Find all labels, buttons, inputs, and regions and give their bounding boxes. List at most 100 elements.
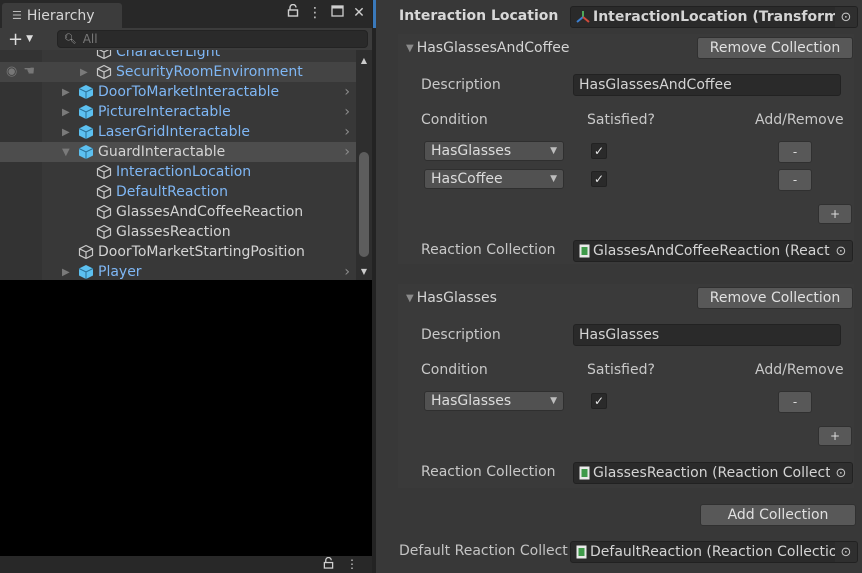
satisfied-header: Satisfied? [587,362,655,378]
scrollbar-thumb[interactable] [359,152,369,257]
search-icon: 🔍︎ [64,33,77,45]
collection-foldout[interactable]: ▼ HasGlassesAndCoffee [406,40,569,56]
remove-collection-button[interactable]: Remove Collection [697,287,853,309]
collapse-arrow-icon[interactable]: ▶ [62,267,74,278]
search-input[interactable]: 🔍︎ All [57,30,368,48]
add-condition-button[interactable]: + [818,426,852,446]
add-condition-button[interactable]: + [818,204,852,224]
search-placeholder: All [82,32,98,46]
condition-value: HasGlasses [431,143,512,159]
reaction-collection-field[interactable]: GlassesReaction (Reaction Collection) ⊙ [573,462,853,484]
reaction-collection-field[interactable]: GlassesAndCoffeeReaction (Reaction Colle… [573,240,853,262]
hierarchy-row[interactable]: DoorToMarketStartingPosition [0,242,356,262]
hierarchy-row-label: DefaultReaction [116,184,228,200]
inspector-panel: Interaction Location InteractionLocation… [376,0,862,573]
condition-dropdown[interactable]: HasCoffee ▼ [424,169,564,189]
hierarchy-row[interactable]: ▶ DoorToMarketInteractable › [0,82,356,102]
hierarchy-row-label: CharacterLight [116,50,221,60]
hierarchy-row[interactable]: ▶ Player › [0,262,356,280]
close-icon[interactable]: ✕ [352,5,366,21]
object-picker-icon[interactable]: ⊙ [830,463,852,483]
description-input[interactable]: HasGlassesAndCoffee [573,74,841,96]
hierarchy-row-label: Player [98,264,142,280]
object-picker-icon[interactable]: ⊙ [830,241,852,261]
more-options-icon[interactable]: ⋮ [346,557,358,572]
condition-dropdown[interactable]: HasGlasses ▼ [424,391,564,411]
satisfied-checkbox[interactable]: ✓ [591,393,607,409]
collection-title: HasGlasses [416,290,497,306]
expand-arrow-icon[interactable]: ▼ [62,147,74,158]
gameobject-cube-icon [78,244,94,260]
default-reaction-label: Default Reaction Collection [399,543,569,559]
hierarchy-row[interactable]: ▶ LaserGridInteractable › [0,122,356,142]
prefab-cube-icon [78,84,94,100]
object-picker-icon[interactable]: ⊙ [835,542,857,562]
maximize-icon[interactable] [330,4,344,21]
pickability-hand-icon[interactable]: ☚ [23,64,35,79]
open-prefab-icon[interactable]: › [344,124,350,140]
scroll-down-icon[interactable]: ▼ [358,267,370,276]
hierarchy-row-label: GlassesReaction [116,224,231,240]
create-button[interactable]: + ▼ [8,28,33,50]
script-asset-icon [576,545,587,559]
default-reaction-field[interactable]: DefaultReaction (Reaction Collection) ⊙ [570,541,858,563]
description-input[interactable]: HasGlasses [573,324,841,346]
tab-bar-icons: ⋮ ✕ [286,3,366,21]
open-prefab-icon[interactable]: › [344,104,350,120]
add-collection-button[interactable]: Add Collection [700,504,856,526]
condition-dropdown[interactable]: HasGlasses ▼ [424,141,564,161]
gameobject-cube-icon [96,164,112,180]
hierarchy-row[interactable]: CharacterLight [0,50,356,62]
hierarchy-row[interactable]: GlassesAndCoffeeReaction [0,202,356,222]
remove-condition-button[interactable]: - [778,169,812,191]
tab-hierarchy[interactable]: ☰ Hierarchy [2,3,122,28]
reaction-collection-value: GlassesAndCoffeeReaction (Reaction Colle… [593,243,852,259]
description-value: HasGlassesAndCoffee [579,77,732,93]
collapse-arrow-icon[interactable]: ▶ [62,127,74,138]
remove-condition-button[interactable]: - [778,141,812,163]
open-prefab-icon[interactable]: › [344,144,350,160]
collection-header: ▼ HasGlassesAndCoffee Remove Collection [398,34,854,64]
reaction-collection-label: Reaction Collection [421,464,556,480]
add-remove-header: Add/Remove [755,362,844,378]
hierarchy-toolbar: + ▼ 🔍︎ All [0,28,372,50]
reaction-collection-label: Reaction Collection [421,242,556,258]
hierarchy-tab-bar: ☰ Hierarchy ⋮ ✕ [0,0,372,28]
condition-collection: ▼ HasGlasses Remove Collection Description H… [398,284,854,488]
tab-hierarchy-label: Hierarchy [26,7,95,24]
lock-icon[interactable] [286,3,300,21]
hierarchy-row[interactable]: DefaultReaction [0,182,356,202]
hierarchy-row[interactable]: GlassesReaction [0,222,356,242]
collapse-arrow-icon[interactable]: ▶ [62,107,74,118]
dropdown-caret-icon: ▼ [550,146,557,156]
add-remove-header: Add/Remove [755,112,844,128]
hierarchy-panel: ☰ Hierarchy ⋮ ✕ + ▼ 🔍︎ All CharacterLigh… [0,0,372,573]
dropdown-caret-icon: ▼ [550,174,557,184]
collection-foldout[interactable]: ▼ HasGlasses [406,290,497,306]
satisfied-checkbox[interactable]: ✓ [591,143,607,159]
hierarchy-row[interactable]: InteractionLocation [0,162,356,182]
hierarchy-scrollbar[interactable]: ▲ ▼ [356,50,372,280]
more-options-icon[interactable]: ⋮ [308,5,322,21]
open-prefab-icon[interactable]: › [344,84,350,100]
visibility-eye-icon[interactable]: ◉ [6,64,17,79]
gameobject-cube-icon [96,50,112,60]
hierarchy-row-label: PictureInteractable [98,104,231,120]
satisfied-checkbox[interactable]: ✓ [591,171,607,187]
open-prefab-icon[interactable]: › [344,264,350,280]
object-picker-icon[interactable]: ⊙ [835,7,857,27]
remove-collection-button[interactable]: Remove Collection [697,37,853,59]
lock-icon[interactable] [323,556,334,572]
gameobject-cube-icon [96,184,112,200]
remove-condition-button[interactable]: - [778,391,812,413]
collapse-arrow-icon[interactable]: ▶ [80,67,92,78]
script-asset-icon [579,244,590,258]
collapse-arrow-icon[interactable]: ▶ [62,87,74,98]
collection-header: ▼ HasGlasses Remove Collection [398,284,854,314]
hierarchy-row[interactable]: ▼ GuardInteractable › [0,142,356,162]
scroll-up-icon[interactable]: ▲ [358,56,370,65]
hierarchy-row[interactable]: ▶ PictureInteractable › [0,102,356,122]
interaction-location-field[interactable]: InteractionLocation (Transform) ⊙ [570,6,858,28]
hierarchy-row-label: InteractionLocation [116,164,252,180]
hierarchy-row[interactable]: ▶ SecurityRoomEnvironment ◉ ☚ [0,62,356,82]
